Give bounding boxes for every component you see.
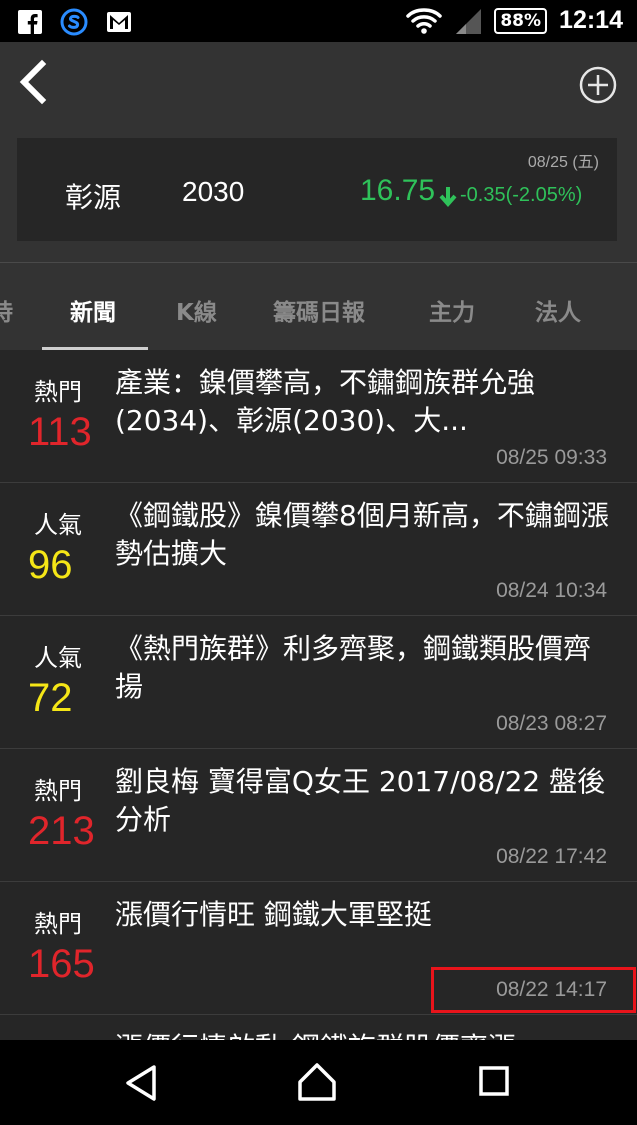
news-time: 08/24 10:34 xyxy=(496,579,607,602)
news-item[interactable]: 熱門 213 劉良梅 寶得富Q女王 2017/08/22 盤後分析 08/22 … xyxy=(0,749,637,882)
news-time: 08/22 17:42 xyxy=(496,845,607,868)
news-time: 08/23 08:27 xyxy=(496,712,607,735)
news-title: 劉良梅 寶得富Q女王 2017/08/22 盤後分析 xyxy=(115,765,606,836)
news-count: 213 xyxy=(28,809,95,853)
tab-main-force[interactable]: 主力 xyxy=(429,293,475,327)
tab-kline[interactable]: K線 xyxy=(176,293,217,327)
news-time: 08/25 09:33 xyxy=(496,446,607,469)
highlight-box xyxy=(431,967,636,1013)
stock-quote-card[interactable]: 08/25 (五) 彰源 2030 16.75 -0.35(-2.05%) xyxy=(17,138,617,241)
news-tag: 熱門 xyxy=(34,378,82,406)
add-circle-icon[interactable] xyxy=(579,66,617,104)
status-bar: 88% 12:14 xyxy=(0,0,637,42)
tab-news[interactable]: 新聞 xyxy=(70,293,116,327)
stock-price: 16.75 xyxy=(360,174,436,207)
app-header: 08/25 (五) 彰源 2030 16.75 -0.35(-2.05%) xyxy=(0,42,637,262)
stock-name: 彰源 xyxy=(65,181,122,214)
cell-signal-icon xyxy=(456,8,482,34)
notification-icons xyxy=(18,8,132,36)
wifi-icon xyxy=(406,7,443,34)
gmail-icon xyxy=(107,12,131,32)
news-count: 113 xyxy=(28,410,92,454)
tab-bar: 時 新聞 K線 籌碼日報 主力 法人 xyxy=(0,262,637,351)
price-change: -0.35(-2.05%) xyxy=(460,184,583,206)
facebook-icon xyxy=(18,10,42,34)
tab-realtime[interactable]: 時 xyxy=(0,293,13,327)
news-item[interactable]: 人氣 漲價行情啟動 鋼鐵族群股價齊漲 xyxy=(0,1015,637,1040)
stock-code: 2030 xyxy=(182,176,245,207)
news-count: 165 xyxy=(28,942,95,986)
navigation-bar xyxy=(0,1040,637,1125)
tab-chip-daily[interactable]: 籌碼日報 xyxy=(273,293,365,327)
news-tag: 熱門 xyxy=(34,910,82,938)
quote-date: 08/25 (五) xyxy=(527,154,599,171)
news-title: 《熱門族群》利多齊聚，鋼鐵類股價齊揚 xyxy=(115,632,592,703)
nav-recent-apps-icon[interactable] xyxy=(479,1066,509,1096)
nav-home-icon[interactable] xyxy=(297,1062,337,1102)
news-count: 72 xyxy=(28,676,73,720)
news-title: 產業：鎳價攀高，不鏽鋼族群允強(2034)、彰源(2030)、大... xyxy=(115,366,536,437)
news-title: 漲價行情啟動 鋼鐵族群股價齊漲 xyxy=(115,1029,615,1040)
news-item[interactable]: 人氣 72 《熱門族群》利多齊聚，鋼鐵類股價齊揚 08/23 08:27 xyxy=(0,616,637,749)
news-tag: 人氣 xyxy=(34,644,82,672)
skype-icon xyxy=(60,8,88,36)
news-count: 96 xyxy=(28,543,73,587)
news-item[interactable]: 熱門 113 產業：鎳價攀高，不鏽鋼族群允強(2034)、彰源(2030)、大.… xyxy=(0,350,637,483)
tab-institutional[interactable]: 法人 xyxy=(535,293,581,327)
back-arrow-icon[interactable] xyxy=(12,58,52,106)
system-status: 88% 12:14 xyxy=(406,6,623,35)
news-list[interactable]: 熱門 113 產業：鎳價攀高，不鏽鋼族群允強(2034)、彰源(2030)、大.… xyxy=(0,350,637,1040)
news-tag: 人氣 xyxy=(34,511,82,539)
news-item[interactable]: 人氣 96 《鋼鐵股》鎳價攀8個月新高，不鏽鋼漲勢估擴大 08/24 10:34 xyxy=(0,483,637,616)
news-title: 《鋼鐵股》鎳價攀8個月新高，不鏽鋼漲勢估擴大 xyxy=(115,499,609,570)
down-arrow-icon xyxy=(439,187,457,208)
news-tag: 熱門 xyxy=(34,777,82,805)
status-clock: 12:14 xyxy=(559,6,623,34)
news-title: 漲價行情旺 鋼鐵大軍堅挺 xyxy=(115,898,432,931)
battery-indicator: 88% xyxy=(494,7,548,34)
nav-back-icon[interactable] xyxy=(124,1064,158,1102)
